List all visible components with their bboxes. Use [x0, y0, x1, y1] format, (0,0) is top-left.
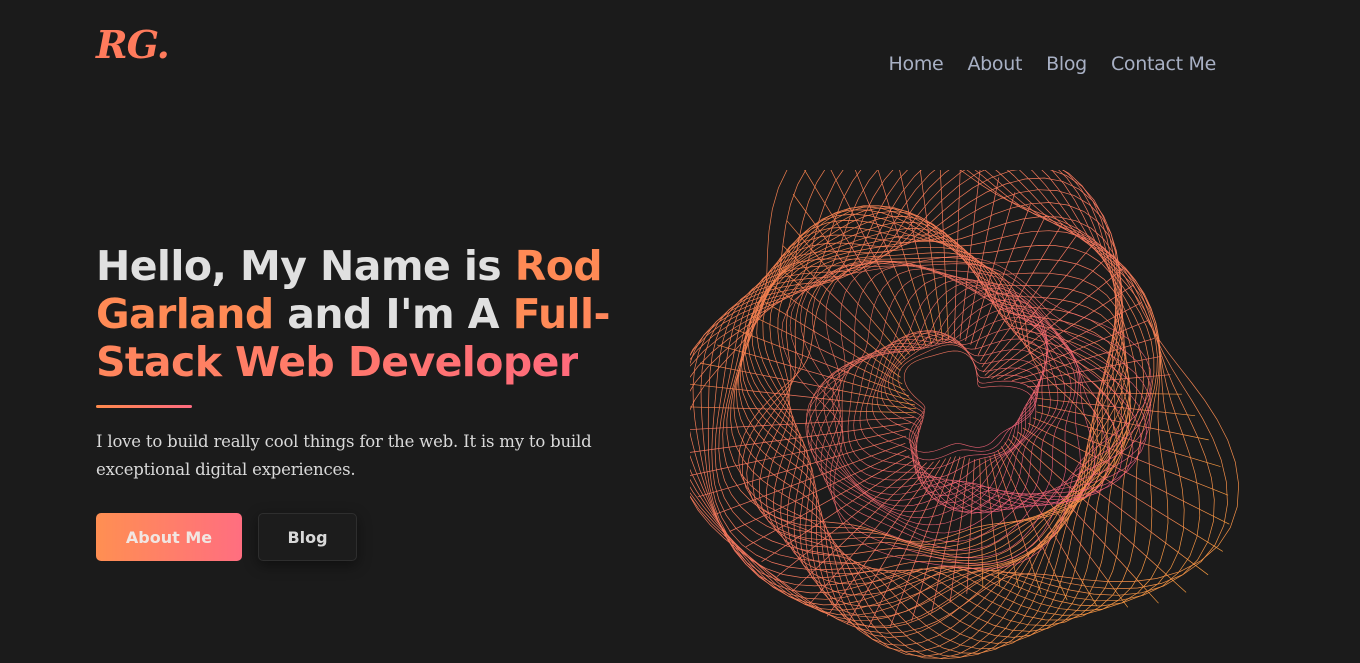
wireframe-blob-graphic	[690, 170, 1240, 660]
nav-contact[interactable]: Contact Me	[1111, 51, 1216, 77]
hero-section: Hello, My Name is Rod Garland and I'm A …	[96, 242, 656, 484]
hero-buttons: About Me Blog	[96, 513, 357, 561]
heading-underline	[96, 405, 192, 408]
logo[interactable]: RG.	[96, 26, 170, 64]
blog-button[interactable]: Blog	[258, 513, 357, 561]
main-nav: Home About Blog Contact Me	[889, 51, 1217, 77]
heading-intro: Hello, My Name is	[96, 242, 515, 290]
nav-about[interactable]: About	[967, 51, 1022, 77]
about-me-button[interactable]: About Me	[96, 513, 242, 561]
nav-blog[interactable]: Blog	[1046, 51, 1087, 77]
hero-heading: Hello, My Name is Rod Garland and I'm A …	[96, 242, 656, 386]
hero-intro: I love to build really cool things for t…	[96, 432, 592, 479]
heading-connector: and I'm A	[273, 290, 513, 338]
nav-home[interactable]: Home	[889, 51, 944, 77]
